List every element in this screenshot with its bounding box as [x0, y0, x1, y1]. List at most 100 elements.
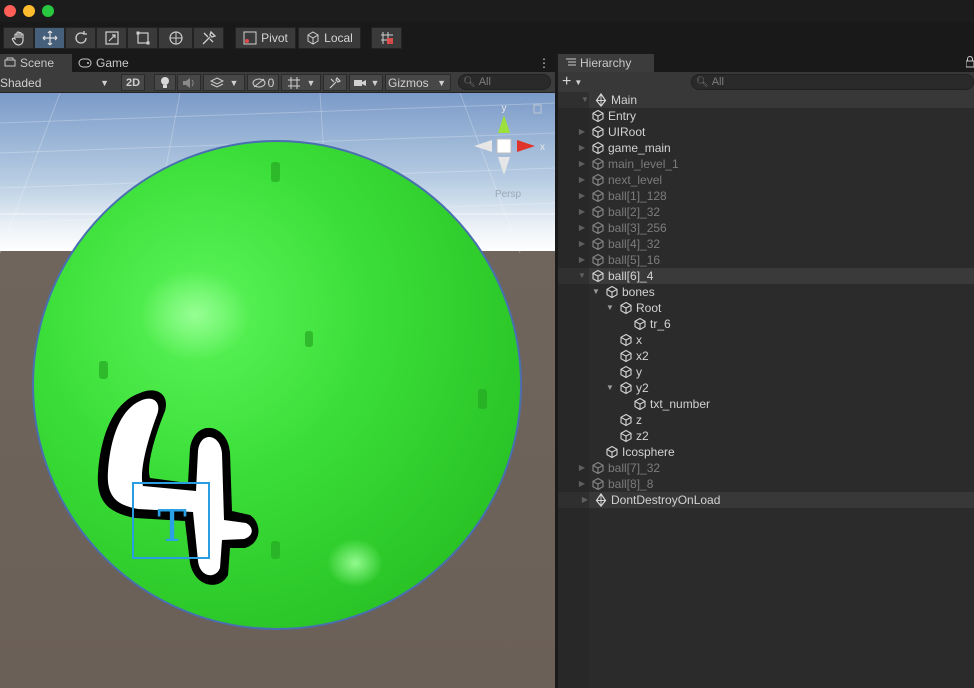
- hierarchy-row[interactable]: ▼ y2: [558, 380, 974, 396]
- hierarchy-row[interactable]: ▶ ball[4]_32: [558, 236, 974, 252]
- expand-arrow-closed-icon[interactable]: ▶: [577, 460, 587, 476]
- custom-tool-button[interactable]: [193, 27, 224, 49]
- local-toggle-button[interactable]: Local: [298, 27, 361, 49]
- pivot-toggle-button[interactable]: Pivot: [235, 27, 296, 49]
- hierarchy-row[interactable]: Icosphere: [558, 444, 974, 460]
- persp-label[interactable]: Persp: [495, 189, 522, 200]
- expand-arrow-closed-icon[interactable]: ▶: [577, 156, 587, 172]
- hierarchy-search-input[interactable]: 🔍︎ All: [691, 74, 974, 90]
- tab-hierarchy[interactable]: Hierarchy: [558, 54, 654, 72]
- hierarchy-row[interactable]: ▼ ball[6]_4: [558, 268, 974, 284]
- chevron-down-icon: ▼: [100, 77, 109, 88]
- rect-transform-icon: [136, 31, 149, 45]
- hierarchy-row[interactable]: tr_6: [558, 316, 974, 332]
- hierarchy-row[interactable]: y: [558, 364, 974, 380]
- hierarchy-row[interactable]: x2: [558, 348, 974, 364]
- scene-viewport[interactable]: T y x Persp: [0, 93, 556, 688]
- hierarchy-scene-row[interactable]: ▼ Main: [558, 92, 974, 108]
- gameobject-cube-icon: [591, 109, 605, 123]
- hierarchy-row[interactable]: ▼ bones: [558, 284, 974, 300]
- hierarchy-row[interactable]: ▶ ball[3]_256: [558, 220, 974, 236]
- hierarchy-row[interactable]: ▶ ball[2]_32: [558, 204, 974, 220]
- hierarchy-row[interactable]: ▶ main_level_1: [558, 156, 974, 172]
- hierarchy-row[interactable]: ▶ ball[1]_128: [558, 188, 974, 204]
- hierarchy-row-label: ball[3]_256: [608, 221, 667, 235]
- hierarchy-row[interactable]: ▼ Root: [558, 300, 974, 316]
- hierarchy-row[interactable]: z2: [558, 428, 974, 444]
- move-tool-button[interactable]: [34, 27, 65, 49]
- hierarchy-row[interactable]: ▶ UIRoot: [558, 124, 974, 140]
- expand-arrow-closed-icon[interactable]: ▶: [577, 476, 587, 492]
- hierarchy-row-label: ball[6]_4: [608, 269, 654, 283]
- expand-arrow-open-icon[interactable]: ▼: [580, 92, 590, 108]
- scale-tool-button[interactable]: [96, 27, 127, 49]
- expand-arrow-open-icon[interactable]: ▼: [605, 300, 615, 316]
- scene-panel-menu-icon[interactable]: ⋮: [538, 55, 550, 71]
- expand-arrow-closed-icon[interactable]: ▶: [577, 172, 587, 188]
- expand-arrow-open-icon[interactable]: ▼: [577, 268, 587, 284]
- rect-tool-button[interactable]: [127, 27, 158, 49]
- hierarchy-row[interactable]: Entry: [558, 108, 974, 124]
- ball-highlight: [140, 270, 250, 360]
- hierarchy-row[interactable]: z: [558, 412, 974, 428]
- minimize-window-button[interactable]: [23, 5, 35, 17]
- expand-arrow-closed-icon[interactable]: ▶: [577, 220, 587, 236]
- hierarchy-row-label: game_main: [608, 141, 671, 155]
- gameobject-cube-icon: [619, 365, 633, 379]
- grid-snap-button[interactable]: [371, 27, 402, 49]
- tab-hierarchy-label: Hierarchy: [580, 56, 632, 70]
- hierarchy-scene-row[interactable]: ▶ DontDestroyOnLoad: [558, 492, 974, 508]
- hierarchy-row[interactable]: ▶ ball[8]_8: [558, 476, 974, 492]
- hierarchy-row[interactable]: ▶ ball[5]_16: [558, 252, 974, 268]
- hierarchy-row-label: ball[2]_32: [608, 205, 661, 219]
- expand-arrow-closed-icon[interactable]: ▶: [580, 492, 590, 508]
- expand-arrow-open-icon[interactable]: ▼: [591, 284, 601, 300]
- grid-dropdown[interactable]: ▼: [281, 74, 321, 91]
- hierarchy-row[interactable]: ▶ ball[7]_32: [558, 460, 974, 476]
- scene-tab-icon: [4, 57, 16, 67]
- chevron-down-icon: ▼: [306, 77, 316, 88]
- hierarchy-row[interactable]: ▶ next_level: [558, 172, 974, 188]
- hidden-objects-toggle[interactable]: 0: [247, 74, 279, 91]
- audio-toggle-button[interactable]: [177, 74, 201, 91]
- camera-dropdown[interactable]: ▼: [349, 74, 383, 91]
- gameobject-cube-icon: [591, 253, 605, 267]
- expand-arrow-closed-icon[interactable]: ▶: [577, 188, 587, 204]
- search-icon: 🔍︎: [696, 76, 709, 88]
- gameobject-cube-icon: [591, 221, 605, 235]
- gizmos-dropdown[interactable]: Gizmos ▼: [385, 74, 451, 91]
- close-window-button[interactable]: [4, 5, 16, 17]
- scene-search-input[interactable]: 🔍︎ All: [458, 74, 551, 90]
- hierarchy-row-label: y: [636, 365, 642, 379]
- hand-tool-button[interactable]: [3, 27, 34, 49]
- toggle-2d-button[interactable]: 2D: [121, 74, 145, 91]
- add-object-dropdown[interactable]: + ▼: [562, 73, 582, 91]
- effects-dropdown[interactable]: ▼: [203, 74, 245, 91]
- hierarchy-row-label: DontDestroyOnLoad: [611, 493, 721, 507]
- hierarchy-row[interactable]: ▶ game_main: [558, 140, 974, 156]
- shading-mode-dropdown[interactable]: Shaded ▼: [0, 74, 113, 91]
- expand-arrow-open-icon[interactable]: ▼: [605, 380, 615, 396]
- expand-arrow-closed-icon[interactable]: ▶: [577, 140, 587, 156]
- transform-icon: [168, 31, 183, 45]
- hierarchy-row[interactable]: txt_number: [558, 396, 974, 412]
- toggle-2d-label: 2D: [125, 76, 141, 89]
- tab-scene[interactable]: Scene: [0, 54, 72, 72]
- zoom-window-button[interactable]: [42, 5, 54, 17]
- expand-arrow-closed-icon[interactable]: ▶: [577, 236, 587, 252]
- hierarchy-row-label: ball[8]_8: [608, 477, 654, 491]
- unity-scene-icon: [594, 92, 608, 107]
- hierarchy-row[interactable]: x: [558, 332, 974, 348]
- tab-game[interactable]: Game: [74, 54, 134, 72]
- hierarchy-row-label: Icosphere: [622, 445, 675, 459]
- gameobject-cube-icon: [619, 333, 633, 347]
- lightbulb-icon: [161, 77, 169, 88]
- expand-arrow-closed-icon[interactable]: ▶: [577, 252, 587, 268]
- transform-tool-button[interactable]: [158, 27, 193, 49]
- expand-arrow-closed-icon[interactable]: ▶: [577, 204, 587, 220]
- expand-arrow-closed-icon[interactable]: ▶: [577, 124, 587, 140]
- rotate-tool-button[interactable]: [65, 27, 96, 49]
- scene-tools-button[interactable]: [323, 74, 347, 91]
- hierarchy-lock-icon[interactable]: [965, 55, 974, 71]
- lighting-toggle-button[interactable]: [154, 74, 176, 91]
